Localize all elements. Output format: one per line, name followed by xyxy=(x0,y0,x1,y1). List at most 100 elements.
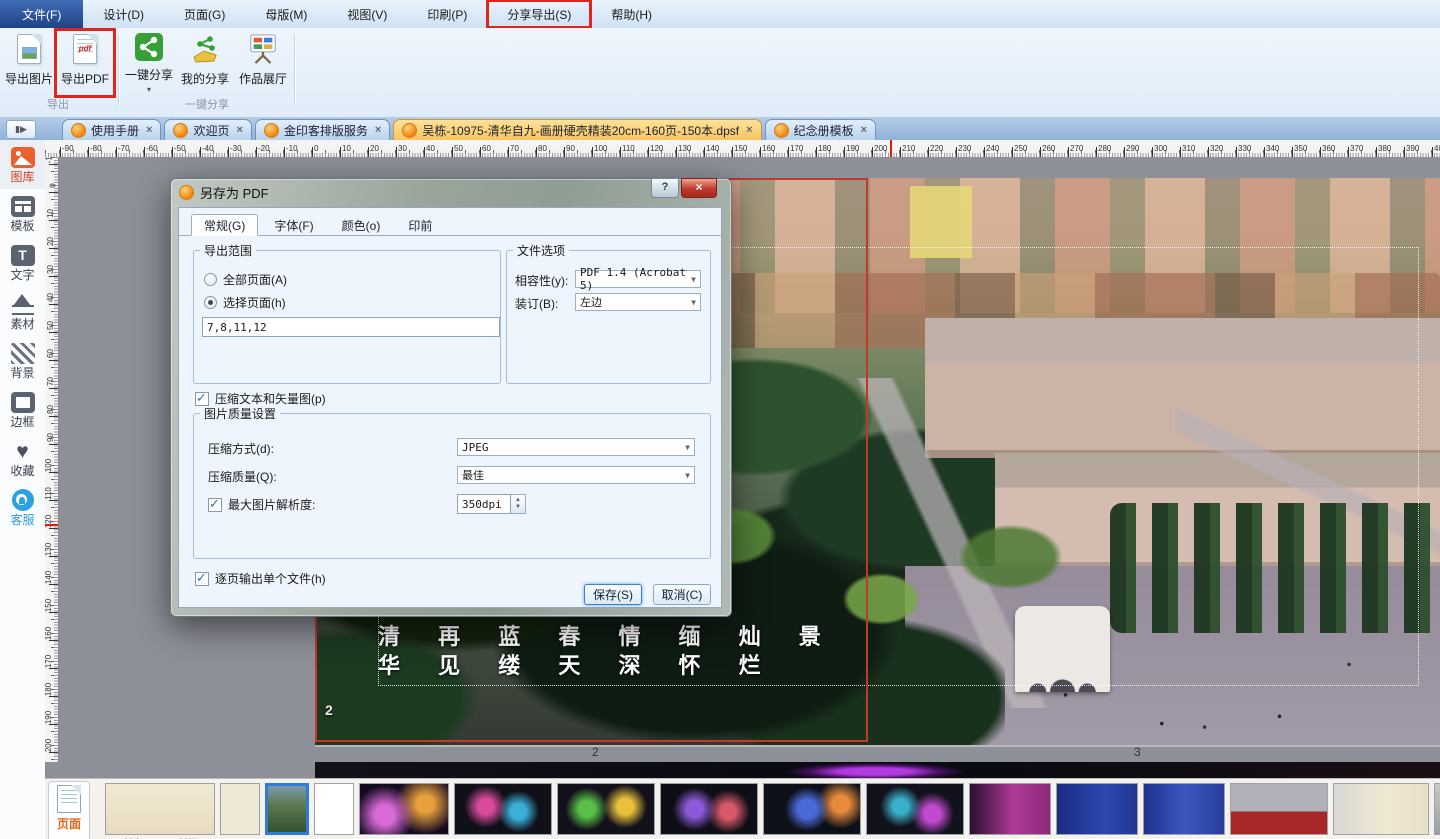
ruler-tick: 140 xyxy=(45,571,58,585)
per-page-checkbox[interactable] xyxy=(195,570,209,586)
cancel-button[interactable]: 取消(C) xyxy=(653,584,711,605)
panel-collapse-button[interactable]: ▮▶ xyxy=(6,120,36,139)
ruler-tick: 290 xyxy=(1124,144,1139,157)
export-pdf-button[interactable]: pdf 导出PDF xyxy=(54,28,116,98)
all-pages-radio[interactable] xyxy=(204,273,217,286)
ruler-tick: -30 xyxy=(228,144,242,157)
ruler-tick: -90 xyxy=(60,144,74,157)
dialog-help-button[interactable]: ? xyxy=(651,178,679,198)
ruler-tick: 260 xyxy=(1040,144,1055,157)
page-thumbnail-gray-photo-page[interactable] xyxy=(1434,783,1440,835)
compat-dropdown[interactable]: PDF 1.4 (Acrobat 5) ▼ xyxy=(575,266,701,292)
page-thumbnail-circles-spread-3[interactable] xyxy=(660,783,758,835)
page-thumbnail-lights-spread[interactable] xyxy=(359,783,449,835)
sidebar-item-background[interactable]: 背景 xyxy=(0,336,45,385)
file-options-group: 文件选项 相容性(y): PDF 1.4 (Acrobat 5) ▼ 装订(B):… xyxy=(506,242,711,384)
page-thumbnail-pink-photos-spread[interactable] xyxy=(969,783,1051,835)
menu-item-文件(F)[interactable]: 文件(F) xyxy=(0,0,84,28)
sidebar-item-text[interactable]: T 文字 xyxy=(0,238,45,287)
page-thumbnail-cream-page[interactable] xyxy=(220,783,260,835)
method-dropdown[interactable]: JPEG ▼ xyxy=(457,438,695,456)
tab-close-icon[interactable]: × xyxy=(146,124,152,136)
dialog-tabs: 常规(G) 字体(F) 颜色(o) 印前 xyxy=(179,214,721,236)
page-thumbnail-cover-spread[interactable] xyxy=(105,783,215,835)
page-thumbnail-circles-spread-1[interactable] xyxy=(454,783,552,835)
page-thumbnail-circles-spread-2[interactable] xyxy=(557,783,655,835)
doc-tab[interactable]: 金印客排版服务 × xyxy=(254,119,391,140)
ruler-tick: 380 xyxy=(1376,144,1391,157)
gallery-hall-button[interactable]: 作品展厅 xyxy=(236,32,290,94)
ruler-tick: 30 xyxy=(46,265,58,277)
ribbon: 导出图片 pdf 导出PDF 一键分享 ▾ 我的分享 作品展厅 导出 一键分享 xyxy=(0,28,1440,118)
tab-close-icon[interactable]: × xyxy=(375,124,381,136)
menu-item-设计(D)[interactable]: 设计(D) xyxy=(83,0,164,28)
maxres-row[interactable]: 最大图片解析度: xyxy=(208,496,315,513)
menu-item-帮助(H)[interactable]: 帮助(H) xyxy=(591,0,672,28)
doc-tab[interactable]: 欢迎页 × xyxy=(164,119,252,140)
menu-item-印刷(P)[interactable]: 印刷(P) xyxy=(407,0,487,28)
quick-share-dropdown-icon[interactable]: ▾ xyxy=(147,85,151,94)
page-thumbnail-blank-page[interactable] xyxy=(314,783,354,835)
page-thumbnail-campus-photo[interactable] xyxy=(265,783,309,835)
sidebar-item-service[interactable]: 客服 xyxy=(0,483,45,532)
sidebar-item-material[interactable]: 素材 xyxy=(0,287,45,336)
doc-tab[interactable]: 使用手册 × xyxy=(62,119,162,140)
all-pages-radio-row[interactable]: 全部页面(A) xyxy=(204,271,287,288)
page-thumbnail-circles-spread-4[interactable] xyxy=(763,783,861,835)
compress-vector-checkbox[interactable] xyxy=(195,390,209,406)
maxres-checkbox[interactable] xyxy=(208,496,222,512)
heart-icon: ♥ xyxy=(16,439,29,463)
quick-share-label: 一键分享 xyxy=(124,68,173,82)
save-button[interactable]: 保存(S) xyxy=(584,584,642,605)
pages-input[interactable]: 7,8,11,12 xyxy=(202,317,500,337)
per-page-row[interactable]: 逐页输出单个文件(h) xyxy=(195,570,326,587)
ruler-tick: 120 xyxy=(45,515,58,529)
select-pages-radio-row[interactable]: 选择页面(h) xyxy=(204,294,286,311)
binding-dropdown[interactable]: 左边 ▼ xyxy=(575,293,701,311)
maxres-spinner[interactable]: 350dpi ▲ ▼ xyxy=(457,494,526,514)
export-pdf-icon: pdf xyxy=(70,32,100,66)
export-image-button[interactable]: 导出图片 xyxy=(2,32,56,94)
tab-general[interactable]: 常规(G) xyxy=(191,214,259,236)
maxres-value[interactable]: 350dpi xyxy=(457,494,511,514)
quick-share-icon xyxy=(134,32,164,62)
tab-colors[interactable]: 颜色(o) xyxy=(330,215,393,235)
sidebar-item-template[interactable]: 模板 xyxy=(0,189,45,238)
doc-tab[interactable]: 纪念册模板 × xyxy=(764,119,877,140)
spinner-arrows-icon[interactable]: ▲ ▼ xyxy=(511,494,526,514)
tab-close-icon[interactable]: × xyxy=(746,124,752,136)
menu-item-分享导出(S)[interactable]: 分享导出(S) xyxy=(486,0,593,29)
menu-item-页面(G)[interactable]: 页面(G) xyxy=(164,0,245,28)
my-shares-button[interactable]: 我的分享 xyxy=(178,32,232,94)
tab-close-icon[interactable]: × xyxy=(236,124,242,136)
dialog-titlebar[interactable]: 另存为 PDF xyxy=(171,179,731,205)
tab-close-icon[interactable]: × xyxy=(861,124,867,136)
photo-caption-text[interactable]: 清 再 蓝 春 情 缅 灿 景 华 见 缕 天 深 怀 烂 xyxy=(378,622,837,680)
sidebar-item-gallery[interactable]: 图库 xyxy=(0,140,45,189)
next-spread-preview[interactable] xyxy=(315,762,1440,778)
menu-item-视图(V)[interactable]: 视图(V) xyxy=(327,0,407,28)
page-thumbnail-blue-photos-spread-2[interactable] xyxy=(1143,783,1225,835)
ruler-tick: -60 xyxy=(144,144,158,157)
doc-tab-label: 欢迎页 xyxy=(193,123,230,138)
sidebar-item-favorites[interactable]: ♥ 收藏 xyxy=(0,434,45,483)
pages-tab[interactable]: 页面 xyxy=(48,781,90,839)
tab-fonts[interactable]: 字体(F) xyxy=(262,215,325,235)
page-thumbnail-gray-cream-spread[interactable] xyxy=(1333,783,1429,835)
page-thumbnail-blue-photos-spread-1[interactable] xyxy=(1056,783,1138,835)
quality-dropdown[interactable]: 最佳 ▼ xyxy=(457,466,695,484)
horizontal-ruler: -90 -80 -70 -60 -50 -40 -30 -20 -10 0 10 20 30 40 50 60… xyxy=(45,140,1440,158)
tab-prepress[interactable]: 印前 xyxy=(396,215,444,235)
ruler-tick: 140 xyxy=(704,144,719,157)
sidebar-item-frame[interactable]: 边框 xyxy=(0,385,45,434)
menu-item-母版(M)[interactable]: 母版(M) xyxy=(245,0,327,28)
dialog-close-button[interactable]: × xyxy=(681,178,717,198)
quick-share-button[interactable]: 一键分享 ▾ xyxy=(122,32,176,94)
select-pages-radio[interactable] xyxy=(204,296,217,309)
page-thumbnail-red-photos-spread[interactable] xyxy=(1230,783,1328,835)
doc-tab[interactable]: 吴栋-10975-清华自九-画册硬壳精装20cm-160页-150本.dpsf × xyxy=(393,119,762,140)
page-thumbnail-circles-spread-5[interactable] xyxy=(866,783,964,835)
ruler-tick: 160 xyxy=(45,627,58,641)
binding-row: 装订(B): xyxy=(515,297,559,311)
chevron-down-icon: ▼ xyxy=(691,297,696,307)
